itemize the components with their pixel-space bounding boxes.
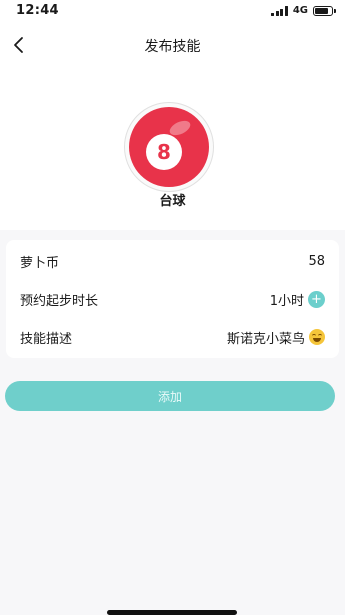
min-duration-value-group: 1小时 +	[270, 290, 325, 309]
skill-name: 台球	[159, 194, 186, 209]
status-time: 12:44	[16, 3, 59, 18]
add-button[interactable]: 添加	[5, 381, 335, 411]
coin-label: 萝卜币	[20, 255, 60, 271]
description-label: 技能描述	[20, 331, 73, 347]
home-indicator	[107, 610, 237, 615]
status-indicators: 4G	[271, 5, 336, 16]
min-duration-value: 1小时	[269, 293, 304, 309]
laughing-crying-emoji-icon	[309, 329, 325, 345]
description-row[interactable]: 技能描述 斯诺克小菜鸟	[6, 319, 339, 355]
skill-hero: 8 台球	[0, 66, 345, 230]
min-duration-row[interactable]: 预约起步时长 1小时 +	[6, 281, 339, 317]
coin-value: 58	[308, 253, 325, 269]
signal-icon	[271, 5, 288, 16]
publish-skill-screen: 12:44 4G 发布技能 8 台球 萝卜币 58 预约起步时长 1小时 + 技…	[0, 0, 345, 615]
ball-number: 8	[157, 140, 171, 164]
billiard-ball-icon: 8	[129, 107, 209, 187]
page-title: 发布技能	[144, 39, 201, 55]
skill-avatar[interactable]: 8	[124, 102, 214, 192]
network-type: 4G	[292, 5, 308, 16]
skill-info-card: 萝卜币 58 预约起步时长 1小时 + 技能描述 斯诺克小菜鸟	[6, 240, 339, 358]
description-value-group: 斯诺克小菜鸟	[227, 328, 325, 347]
battery-level	[315, 7, 328, 14]
description-value: 斯诺克小菜鸟	[226, 331, 305, 347]
battery-icon	[313, 5, 336, 16]
min-duration-label: 预约起步时长	[20, 293, 99, 309]
plus-icon[interactable]: +	[308, 290, 325, 308]
nav-bar: 发布技能	[0, 24, 345, 66]
status-bar: 12:44 4G	[0, 0, 345, 24]
coin-row[interactable]: 萝卜币 58	[6, 243, 339, 279]
